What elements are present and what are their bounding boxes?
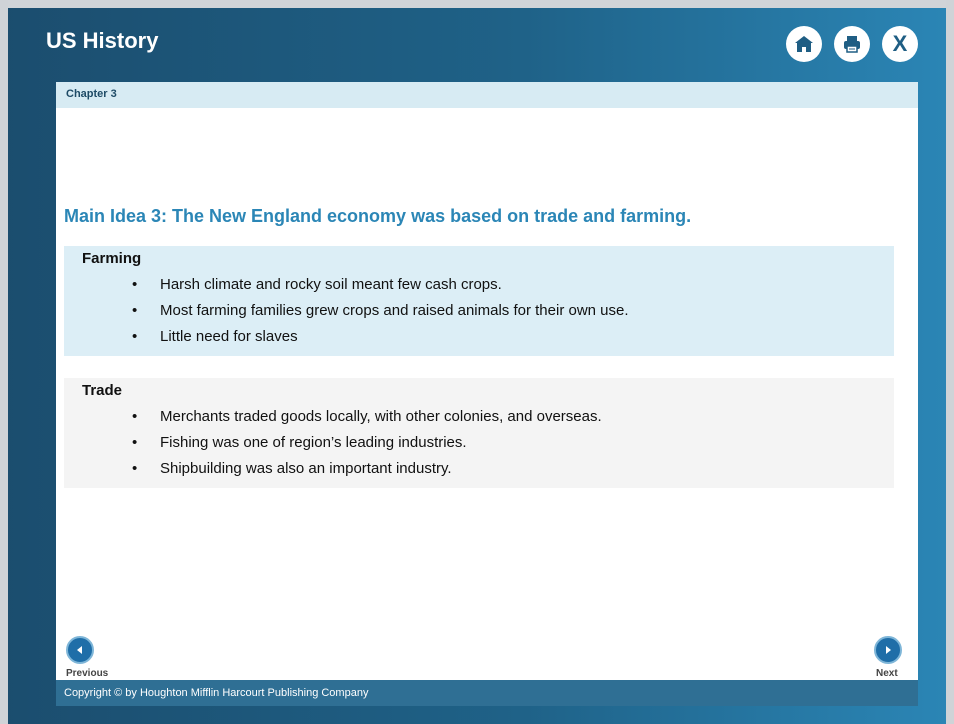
bullet-text: Most farming families grew crops and rai… xyxy=(160,302,629,319)
bullet-icon: • xyxy=(132,276,138,293)
farming-title: Farming xyxy=(82,250,142,267)
footer-bar: Copyright © by Houghton Mifflin Harcourt… xyxy=(56,680,918,706)
window-right-edge xyxy=(946,0,954,724)
list-item: • Shipbuilding was also an important indu… xyxy=(132,456,602,482)
close-button[interactable]: X xyxy=(882,26,918,62)
print-icon xyxy=(844,36,860,53)
close-icon: X xyxy=(892,31,908,56)
copyright-text: Copyright © by Houghton Mifflin Harcourt… xyxy=(64,687,369,699)
home-icon xyxy=(795,36,813,52)
bullet-text: Merchants traded goods locally, with oth… xyxy=(160,408,602,425)
chapter-label: Chapter 3 xyxy=(66,88,117,100)
bullet-icon: • xyxy=(132,408,138,425)
list-item: • Little need for slaves xyxy=(132,324,629,350)
triangle-left-icon xyxy=(77,646,82,654)
bullet-text: Fishing was one of region’s leading indu… xyxy=(160,434,467,451)
previous-label[interactable]: Previous xyxy=(66,668,108,679)
window-left-edge xyxy=(0,0,8,724)
content-area: Main Idea 3: The New England economy was… xyxy=(56,108,918,680)
trade-title: Trade xyxy=(82,382,123,399)
bullet-text: Harsh climate and rocky soil meant few c… xyxy=(160,276,502,293)
bullet-text: Shipbuilding was also an important indus… xyxy=(160,460,452,477)
bullet-icon: • xyxy=(132,460,138,477)
list-item: • Merchants traded goods locally, with ot… xyxy=(132,404,602,430)
next-label[interactable]: Next xyxy=(876,668,898,679)
previous-button[interactable] xyxy=(66,636,94,664)
next-button[interactable] xyxy=(874,636,902,664)
home-button[interactable] xyxy=(786,26,822,62)
list-item: • Harsh climate and rocky soil meant few … xyxy=(132,272,629,298)
bullet-text: Little need for slaves xyxy=(160,328,298,345)
list-item: • Most farming families grew crops and ra… xyxy=(132,298,629,324)
farming-panel: Farming • Harsh climate and rocky soil me… xyxy=(64,246,894,356)
print-button[interactable] xyxy=(834,26,870,62)
trade-bullet-list: • Merchants traded goods locally, with ot… xyxy=(132,404,602,482)
main-idea-heading: Main Idea 3: The New England economy was… xyxy=(64,206,692,226)
window-top-edge xyxy=(0,0,954,8)
bullet-icon: • xyxy=(132,328,138,345)
slide: US History X Chapter 3 Main Idea 3: The … xyxy=(0,0,954,724)
triangle-right-icon xyxy=(886,646,891,654)
list-item: • Fishing was one of region’s leading ind… xyxy=(132,430,602,456)
chapter-bar: Chapter 3 xyxy=(56,82,918,108)
farming-bullet-list: • Harsh climate and rocky soil meant few … xyxy=(132,272,629,350)
trade-panel: Trade • Merchants traded goods locally, w… xyxy=(64,378,894,488)
app-title: US History xyxy=(46,28,159,53)
bullet-icon: • xyxy=(132,434,138,451)
bullet-icon: • xyxy=(132,302,138,319)
